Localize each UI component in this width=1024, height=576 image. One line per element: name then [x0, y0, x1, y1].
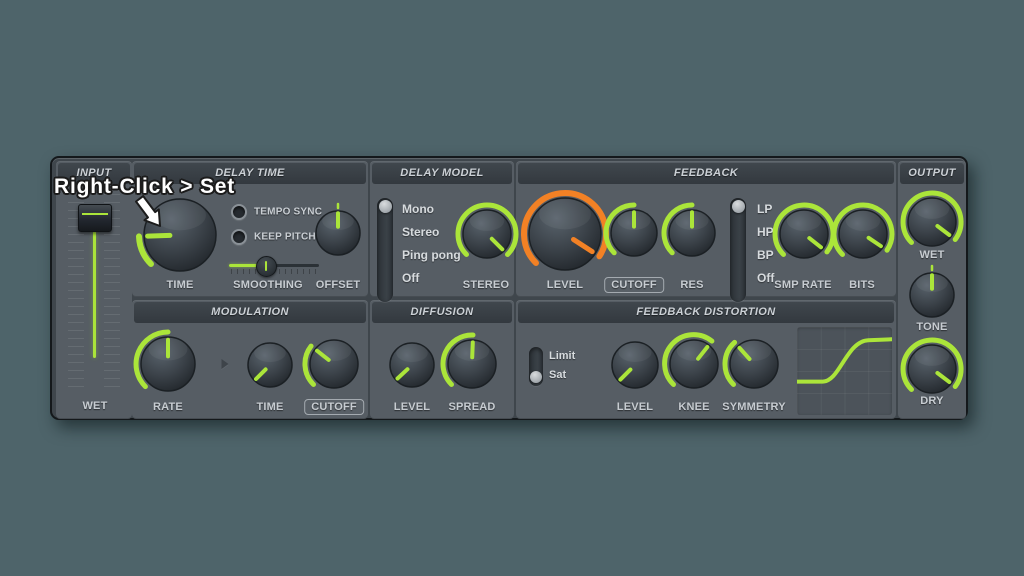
modulation-cutoff-knob[interactable] — [301, 331, 367, 397]
option-ping-pong[interactable]: Ping pong — [402, 244, 461, 267]
option-sat[interactable]: Sat — [549, 366, 575, 385]
stereo-knob-label: STEREO — [463, 279, 509, 291]
output-wet-knob[interactable] — [899, 189, 965, 255]
distortion-mode-options: LimitSat — [549, 347, 575, 385]
delay-time-knob-label: TIME — [166, 279, 193, 291]
distortion-mode-switch-handle[interactable] — [530, 371, 542, 383]
offset-knob[interactable] — [307, 202, 369, 264]
modulation-cutoff-knob-label[interactable]: CUTOFF — [304, 399, 364, 415]
output-wet-knob-label: WET — [919, 249, 944, 261]
sample-rate-knob-label: SMP RATE — [774, 279, 831, 291]
slider-value-line — [93, 227, 96, 358]
keep-pitch-led-button[interactable] — [231, 229, 247, 245]
option-off[interactable]: Off — [757, 267, 774, 290]
option-stereo[interactable]: Stereo — [402, 221, 461, 244]
feedback-cutoff-knob[interactable] — [602, 201, 666, 265]
annotation-arrow-icon — [133, 192, 173, 232]
diffusion-level-knob[interactable] — [381, 334, 443, 396]
delay-model-options: MonoStereoPing pongOff — [402, 198, 461, 290]
resonance-knob[interactable] — [660, 201, 724, 265]
feedback-panel-title: FEEDBACK — [518, 163, 894, 184]
smoothing-slider[interactable] — [229, 256, 319, 278]
distortion-knee-knob[interactable] — [661, 331, 727, 397]
diffusion-level-knob-label: LEVEL — [394, 401, 430, 413]
feedback-level-knob-label: LEVEL — [547, 279, 583, 291]
modulation-rate-knob-label: RATE — [153, 401, 183, 413]
tone-knob[interactable] — [901, 264, 963, 326]
tempo-sync-led-button[interactable] — [231, 204, 247, 220]
resonance-knob-label: RES — [680, 279, 703, 291]
stereo-knob[interactable] — [454, 201, 520, 267]
diffusion-spread-knob[interactable] — [439, 331, 505, 397]
offset-knob-label: OFFSET — [316, 279, 361, 291]
sample-rate-knob[interactable] — [771, 201, 837, 267]
delay-model-selector[interactable] — [377, 198, 393, 302]
modulation-rate-knob[interactable] — [132, 328, 204, 400]
distortion-curve-display — [797, 327, 892, 415]
option-off[interactable]: Off — [402, 267, 461, 290]
modulation-time-knob-label: TIME — [256, 401, 283, 413]
option-mono[interactable]: Mono — [402, 198, 461, 221]
input-wet-slider-label: WET — [82, 400, 107, 412]
distortion-level-knob[interactable] — [603, 333, 667, 397]
modulation-time-knob[interactable] — [239, 334, 301, 396]
distortion-knee-knob-label: KNEE — [678, 401, 709, 413]
distortion-symmetry-knob-label: SYMMETRY — [722, 401, 786, 413]
modulation-route-arrow-icon — [222, 359, 229, 369]
bits-knob-label: BITS — [849, 279, 875, 291]
feedback-distortion-panel-title: FEEDBACK DISTORTION — [518, 302, 894, 323]
distortion-level-knob-label: LEVEL — [617, 401, 653, 413]
output-dry-knob-label: DRY — [920, 395, 943, 407]
feedback-filter-selector[interactable] — [730, 198, 746, 302]
output-panel-title: OUTPUT — [900, 163, 964, 184]
bits-knob[interactable] — [830, 201, 896, 267]
modulation-panel-title: MODULATION — [134, 302, 366, 323]
tone-knob-label: TONE — [916, 321, 947, 333]
output-dry-knob[interactable] — [899, 336, 965, 402]
diffusion-spread-knob-label: SPREAD — [448, 401, 495, 413]
input-wet-slider[interactable] — [56, 161, 132, 419]
distortion-symmetry-knob[interactable] — [721, 331, 787, 397]
feedback-filter-selector-handle[interactable] — [732, 200, 745, 213]
delay-model-panel-title: DELAY MODEL — [372, 163, 512, 184]
feedback-cutoff-knob-label[interactable]: CUTOFF — [604, 277, 664, 293]
delay-model-selector-handle[interactable] — [379, 200, 392, 213]
smoothing-handle[interactable] — [256, 256, 277, 277]
feedback-level-knob[interactable] — [520, 189, 610, 279]
option-limit[interactable]: Limit — [549, 347, 575, 366]
distortion-mode-switch[interactable] — [529, 347, 543, 386]
smoothing-label: SMOOTHING — [233, 279, 303, 291]
slider-handle[interactable] — [78, 204, 112, 232]
diffusion-panel-title: DIFFUSION — [372, 302, 512, 323]
